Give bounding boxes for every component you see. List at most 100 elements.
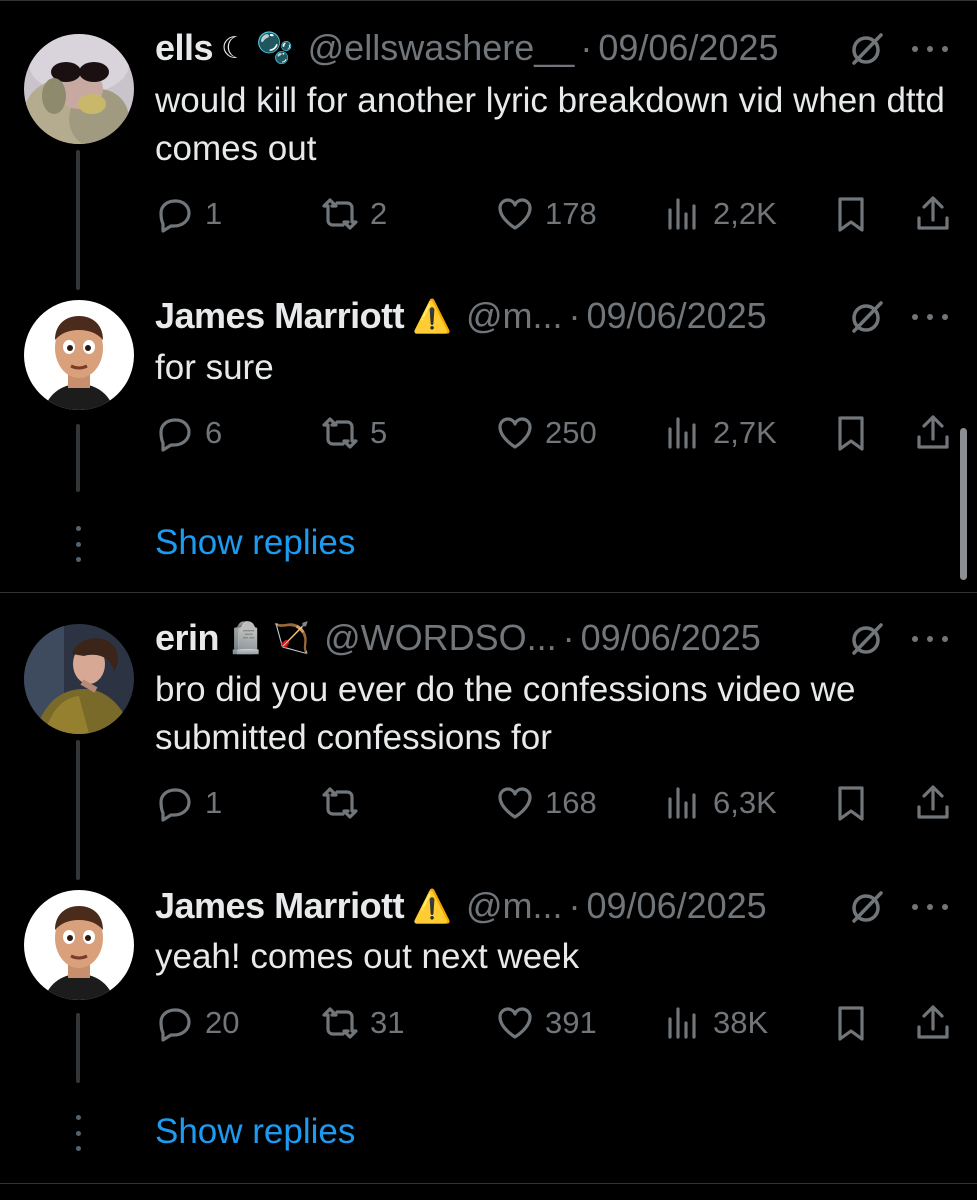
author-emoji: ⚠️ [412, 888, 452, 924]
thread-line [76, 740, 80, 880]
share-button[interactable] [913, 190, 953, 238]
repost-button[interactable] [320, 779, 370, 827]
bookmark-button[interactable] [831, 779, 871, 827]
views-icon [668, 1007, 696, 1039]
tweet-date[interactable]: 09/06/2025 [587, 295, 767, 337]
reply-count: 6 [205, 415, 223, 450]
bookmark-button[interactable] [831, 999, 871, 1047]
thread-line [76, 1013, 80, 1083]
tweet-text: bro did you ever do the confessions vide… [155, 670, 856, 757]
heart-icon [498, 1007, 532, 1039]
author-emoji: 🪦 🏹 [227, 621, 311, 655]
avatar[interactable] [24, 300, 134, 410]
share-icon [917, 196, 949, 230]
reply-button[interactable]: 1 [155, 779, 222, 827]
tweet-date[interactable]: 09/06/2025 [587, 885, 767, 927]
reply-icon [159, 199, 191, 233]
thread-continuation-dots [72, 526, 84, 562]
separator-dot: · [568, 295, 581, 336]
reply-count: 1 [205, 785, 223, 820]
reply-count: 1 [205, 196, 223, 231]
like-button[interactable]: 250 [495, 409, 597, 457]
author-handle[interactable]: @ellswashere__ [308, 27, 575, 69]
view-count: 6,3K [713, 785, 777, 820]
author-name[interactable]: erin [155, 617, 220, 659]
views-icon [668, 787, 696, 819]
view-count: 2,7K [713, 415, 777, 450]
tweet-header: ells ☾ 🫧 @ellswashere__ · 09/06/2025 [155, 24, 779, 72]
repost-button[interactable]: 5 [320, 409, 387, 457]
heart-icon [498, 198, 532, 230]
show-replies-link[interactable]: Show replies [155, 1107, 355, 1157]
share-button[interactable] [913, 409, 953, 457]
tweet-actions: 6 5 250 2,7K [155, 409, 955, 457]
bookmark-button[interactable] [831, 409, 871, 457]
author-handle[interactable]: @m... [466, 295, 563, 337]
share-button[interactable] [913, 779, 953, 827]
repost-button[interactable]: 2 [320, 190, 387, 238]
reply-icon [159, 788, 191, 822]
tweet-date[interactable]: 09/06/2025 [581, 617, 761, 659]
author-name[interactable]: James Marriott [155, 295, 405, 337]
author-name[interactable]: James Marriott [155, 885, 405, 927]
like-button[interactable]: 391 [495, 999, 597, 1047]
author-name[interactable]: ells [155, 27, 214, 69]
show-replies-link[interactable]: Show replies [155, 518, 355, 568]
avatar[interactable] [24, 34, 134, 144]
author-handle[interactable]: @WORDSO... [324, 617, 557, 659]
like-button[interactable]: 178 [495, 190, 597, 238]
heart-icon [498, 417, 532, 449]
more-options-icon[interactable] [912, 311, 948, 323]
repost-icon [322, 198, 358, 230]
views-button[interactable]: 38K [663, 999, 768, 1047]
share-icon [917, 415, 949, 449]
tweet-actions: 1 168 6,3K [155, 779, 955, 827]
share-button[interactable] [913, 999, 953, 1047]
tweet-actions: 1 2 178 2,2K [155, 190, 955, 238]
tweet-date[interactable]: 09/06/2025 [598, 27, 778, 69]
views-button[interactable]: 2,7K [663, 409, 777, 457]
tweet-text: yeah! comes out next week [155, 937, 580, 976]
more-options-icon[interactable] [912, 633, 948, 645]
reply-count: 20 [205, 1005, 240, 1040]
tweet-header: erin 🪦 🏹 @WORDSO... · 09/06/2025 [155, 614, 761, 662]
like-count: 168 [545, 785, 597, 820]
grok-icon[interactable] [848, 888, 886, 926]
repost-icon [322, 787, 358, 819]
thread-line [76, 424, 80, 492]
repost-icon [322, 1007, 358, 1039]
avatar[interactable] [24, 890, 134, 1000]
heart-icon [498, 787, 532, 819]
avatar[interactable] [24, 624, 134, 734]
bookmark-icon [838, 786, 864, 821]
like-count: 250 [545, 415, 597, 450]
grok-icon[interactable] [848, 620, 886, 658]
like-button[interactable]: 168 [495, 779, 597, 827]
author-handle[interactable]: @m... [466, 885, 563, 927]
tweet-header: James Marriott ⚠️ @m... · 09/06/2025 [155, 882, 767, 930]
repost-button[interactable]: 31 [320, 999, 404, 1047]
reply-button[interactable]: 6 [155, 409, 222, 457]
like-count: 391 [545, 1005, 597, 1040]
more-options-icon[interactable] [912, 43, 948, 55]
scrollbar[interactable] [960, 428, 967, 580]
tweet-header: James Marriott ⚠️ @m... · 09/06/2025 [155, 292, 767, 340]
tweet-text: would kill for another lyric breakdown v… [155, 81, 945, 168]
repost-count: 31 [370, 1005, 405, 1040]
grok-icon[interactable] [848, 30, 886, 68]
bookmark-button[interactable] [831, 190, 871, 238]
repost-count: 2 [370, 196, 388, 231]
author-emoji: ⚠️ [412, 298, 452, 334]
author-emoji: ☾ 🫧 [221, 31, 294, 65]
views-button[interactable]: 6,3K [663, 779, 777, 827]
thread-divider [0, 592, 977, 593]
more-options-icon[interactable] [912, 901, 948, 913]
views-button[interactable]: 2,2K [663, 190, 777, 238]
thread-continuation-dots [72, 1115, 84, 1151]
views-icon [668, 417, 696, 449]
top-divider [0, 0, 977, 1]
view-count: 2,2K [713, 196, 777, 231]
grok-icon[interactable] [848, 298, 886, 336]
reply-button[interactable]: 20 [155, 999, 239, 1047]
reply-button[interactable]: 1 [155, 190, 222, 238]
